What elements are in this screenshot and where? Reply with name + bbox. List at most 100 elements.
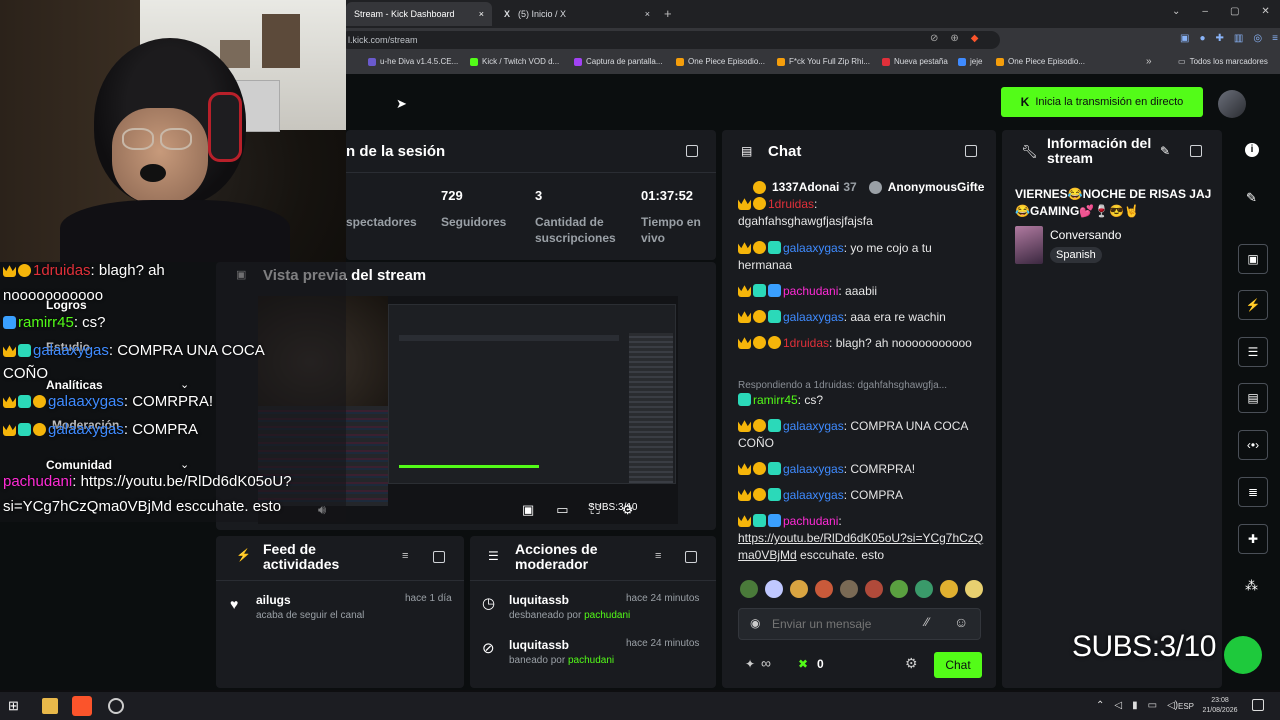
all-bookmarks[interactable]: ▭ Todos los marcadores [1178, 57, 1268, 66]
mute-icon[interactable]: ⊘ [930, 33, 938, 44]
close-icon[interactable]: × [645, 9, 650, 19]
extension-icon[interactable]: ● [1199, 33, 1205, 44]
rail-button[interactable]: ≣ [1238, 477, 1268, 507]
mod-by-user[interactable]: pachudani [584, 610, 630, 621]
gifter-name[interactable]: AnonymousGifte [888, 180, 985, 194]
menu-icon[interactable]: ≡ [1272, 33, 1278, 44]
chevron-down-icon[interactable]: ⌄ [1172, 6, 1180, 17]
emoji-icon[interactable]: ☺ [954, 614, 968, 630]
popout-icon[interactable] [433, 551, 445, 563]
bookmark-item[interactable]: One Piece Episodio... [996, 57, 1085, 66]
edit-icon[interactable]: ✎ [1160, 144, 1170, 158]
emote-icon[interactable] [765, 580, 783, 598]
menu-analiticas[interactable]: Analíticas [46, 378, 103, 392]
window-controls[interactable]: ⌄ – ▢ ✕ [1172, 6, 1270, 17]
chevron-down-icon[interactable]: ⌄ [180, 378, 189, 391]
bookmark-item[interactable]: u-he Diva v1.4.5.CE... [368, 57, 458, 66]
bookmark-item[interactable]: Captura de pantalla... [574, 57, 663, 66]
mod-user[interactable]: luquitassb [509, 593, 569, 607]
rail-button[interactable]: ✚ [1238, 524, 1268, 554]
clock[interactable]: 23:08 21/08/2026 [1200, 696, 1240, 716]
translate-icon[interactable]: ▣ [1180, 33, 1189, 44]
bookmark-item[interactable]: Nueva pestaña [882, 57, 948, 66]
tab-x-home[interactable]: X (5) Inicio / X × [496, 2, 658, 26]
settings-icon[interactable]: ⚙ [622, 502, 634, 518]
network-icon[interactable]: ⁂ [1245, 578, 1258, 594]
keyboard-language[interactable]: ESP [1178, 702, 1194, 711]
menu-logros[interactable]: Logros [46, 298, 87, 312]
menu-comunidad[interactable]: Comunidad [46, 458, 112, 472]
emote-icon[interactable] [840, 580, 858, 598]
popout-icon[interactable] [686, 145, 698, 157]
brave-browser-icon[interactable] [72, 696, 92, 716]
volume-icon[interactable]: ◁) [1167, 700, 1178, 711]
popout-icon[interactable] [685, 551, 697, 563]
emote-icon[interactable] [890, 580, 908, 598]
chat-username[interactable]: pachudani [783, 514, 838, 528]
profile-icon[interactable]: ◎ [1253, 33, 1262, 44]
obs-icon[interactable] [108, 698, 124, 714]
shield-icon[interactable]: ◉ [750, 616, 760, 630]
emote-icon[interactable] [740, 580, 758, 598]
maximize-icon[interactable]: ▢ [1230, 6, 1239, 17]
avatar[interactable] [1218, 90, 1246, 118]
go-live-button[interactable]: K Inicia la transmisión en directo [1001, 87, 1203, 117]
rail-button[interactable]: ☰ [1238, 337, 1268, 367]
command-icon[interactable]: ⁄⁄ [925, 615, 929, 629]
emote-icon[interactable] [940, 580, 958, 598]
chat-input[interactable] [772, 614, 912, 634]
filter-icon[interactable]: ≡ [655, 550, 661, 562]
bookmarks-more-button[interactable]: » [1146, 56, 1152, 67]
emote-icon[interactable] [790, 580, 808, 598]
theater-icon[interactable]: ▭ [556, 502, 568, 518]
rail-button[interactable]: ‹•› [1238, 430, 1268, 460]
close-icon[interactable]: × [479, 9, 484, 19]
mic-icon[interactable]: ▮ [1132, 700, 1138, 711]
info-icon[interactable]: i [1245, 143, 1259, 157]
bookmark-item[interactable]: One Piece Episodio... [676, 57, 765, 66]
chevron-up-icon[interactable]: ⌃ [1096, 700, 1104, 711]
bookmark-item[interactable]: Kick / Twitch VOD d... [470, 57, 559, 66]
zoom-icon[interactable]: ⊕ [950, 33, 958, 44]
tab-kick-dashboard[interactable]: Stream - Kick Dashboard × [346, 2, 492, 26]
chat-username[interactable]: 1druidas [768, 197, 814, 211]
popout-icon[interactable] [965, 145, 977, 157]
chat-username[interactable]: galaaxygas [783, 419, 844, 433]
sidebar-icon[interactable]: ▥ [1234, 33, 1243, 44]
chat-username[interactable]: galaaxygas [783, 310, 844, 324]
settings-icon[interactable]: ⚙ [905, 655, 918, 672]
pip-icon[interactable]: ▣ [522, 502, 534, 518]
emote-icon[interactable] [815, 580, 833, 598]
pencil-icon[interactable]: ✎ [1246, 190, 1257, 206]
chevron-down-icon[interactable]: ⌄ [180, 458, 189, 471]
category-name[interactable]: Conversando [1050, 228, 1121, 242]
popout-icon[interactable] [1190, 145, 1202, 157]
file-explorer-icon[interactable] [42, 698, 58, 714]
category-thumbnail[interactable] [1015, 226, 1043, 264]
chat-username[interactable]: pachudani [783, 284, 838, 298]
rail-button[interactable]: ▣ [1238, 244, 1268, 274]
rail-button[interactable]: ⚡ [1238, 290, 1268, 320]
chat-send-button[interactable]: Chat [934, 652, 982, 678]
gifter-name[interactable]: 1337Adonai [772, 180, 839, 194]
bookmark-item[interactable]: F*ck You Full Zip Rhi... [777, 57, 870, 66]
mod-by-user[interactable]: pachudani [568, 655, 614, 666]
audio-icon[interactable]: ◁ [1114, 700, 1122, 711]
url-input[interactable]: l.kick.com/stream [340, 31, 1000, 49]
mod-user[interactable]: luquitassb [509, 638, 569, 652]
chat-username[interactable]: galaaxygas [783, 488, 844, 502]
new-tab-button[interactable]: + [664, 6, 672, 21]
activity-user[interactable]: ailugs [256, 593, 291, 607]
filter-icon[interactable]: ≡ [402, 550, 408, 562]
notification-icon[interactable] [1252, 699, 1264, 711]
chat-username[interactable]: galaaxygas [783, 462, 844, 476]
fullscreen-icon[interactable]: ⛶ [591, 502, 600, 518]
close-window-icon[interactable]: ✕ [1261, 6, 1269, 17]
brave-shield-icon[interactable]: ◆ [971, 33, 979, 44]
chat-username[interactable]: ramirr45 [753, 393, 798, 407]
windows-start-icon[interactable]: ⊞ [8, 698, 24, 714]
network-icon[interactable]: ▭ [1148, 700, 1157, 711]
emote-icon[interactable] [865, 580, 883, 598]
bookmark-item[interactable]: jeje [958, 57, 982, 66]
minimize-icon[interactable]: – [1202, 6, 1208, 17]
